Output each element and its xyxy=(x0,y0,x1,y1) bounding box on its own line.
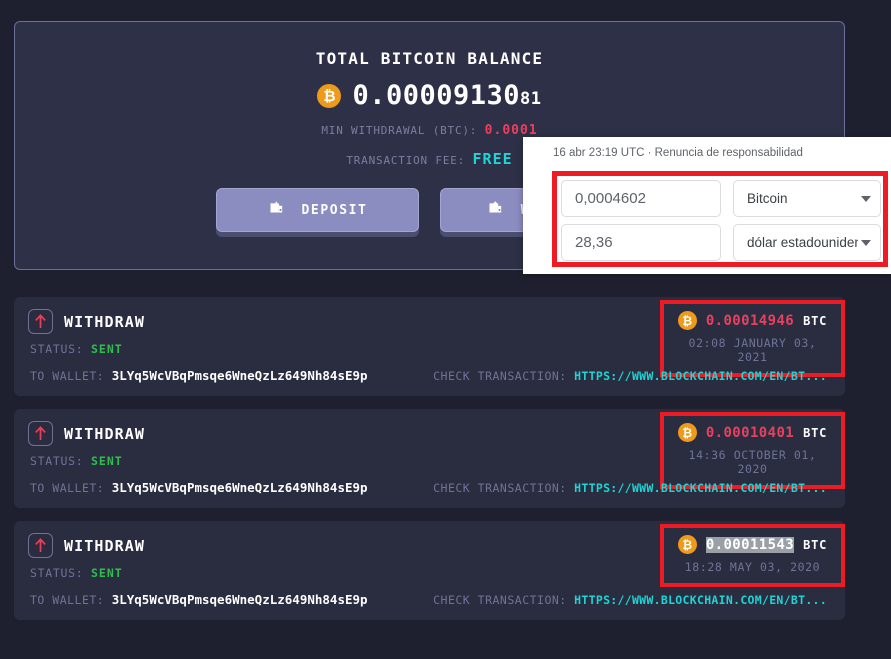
arrow-up-icon xyxy=(28,533,53,558)
wallet-address: 3LYq5WcVBqPmsqe6WneQzLz649Nh84sE9p xyxy=(111,368,368,383)
page-title: Total Bitcoin balance xyxy=(315,49,544,68)
amount-annotation-box: ₿ 0.00014946 BTC 02:08 January 03, 2021 xyxy=(660,300,845,377)
amount-unit: BTC xyxy=(803,537,828,552)
converter-from-currency-select[interactable]: Bitcoin xyxy=(733,180,881,217)
bitcoin-icon: ₿ xyxy=(677,311,697,330)
transaction-link[interactable]: HTTPS://WWW.BLOCKCHAIN.COM/EN/BT... xyxy=(574,481,827,495)
status-value: Sent xyxy=(91,454,123,468)
balance-amount-value: 0.0000913081 xyxy=(352,82,541,109)
wallet-info: To wallet: 3LYq5WcVBqPmsqe6WneQzLz649Nh8… xyxy=(30,368,368,383)
check-transaction-label: Check transaction: xyxy=(433,593,567,607)
wallet-label: To wallet: xyxy=(30,369,105,383)
amount-unit: BTC xyxy=(803,425,828,440)
bitcoin-icon: ₿ xyxy=(317,83,342,108)
amount-annotation-box: ₿ 0.00011543 BTC 18:28 May 03, 2020 xyxy=(660,524,845,587)
amount-value: 0.00010401 xyxy=(705,424,795,441)
balance-amount-fraction: 81 xyxy=(520,89,542,109)
transaction-fee-label: Transaction fee: xyxy=(346,154,466,167)
wallet-label: To wallet: xyxy=(30,481,105,495)
arrow-up-icon xyxy=(28,309,53,334)
wallet-label: To wallet: xyxy=(30,593,105,607)
wallet-info: To wallet: 3LYq5WcVBqPmsqe6WneQzLz649Nh8… xyxy=(30,592,368,607)
transaction-type: Withdraw xyxy=(64,312,146,331)
wallet-info: To wallet: 3LYq5WcVBqPmsqe6WneQzLz649Nh8… xyxy=(30,480,368,495)
transaction-amount: ₿ 0.00011543 BTC xyxy=(674,535,831,554)
transaction-amount: ₿ 0.00010401 BTC xyxy=(674,423,831,442)
table-row[interactable]: Withdraw Status: Sent ₿ 0.00010401 BTC 1… xyxy=(14,409,845,508)
chevron-down-icon xyxy=(861,195,871,202)
transaction-footer: To wallet: 3LYq5WcVBqPmsqe6WneQzLz649Nh8… xyxy=(30,592,827,607)
transaction-link[interactable]: HTTPS://WWW.BLOCKCHAIN.COM/EN/BT... xyxy=(574,369,827,383)
min-withdrawal-value: 0.0001 xyxy=(484,123,538,138)
status-value: Sent xyxy=(91,342,123,356)
deposit-button-label: Deposit xyxy=(301,202,368,218)
transaction-amount: ₿ 0.00014946 BTC xyxy=(674,311,831,330)
check-transaction: Check transaction: HTTPS://WWW.BLOCKCHAI… xyxy=(433,593,827,607)
transaction-list: Withdraw Status: Sent ₿ 0.00014946 BTC 0… xyxy=(14,297,845,633)
status-label: Status: xyxy=(30,454,84,468)
min-withdrawal-line: Min withdrawal (BTC): 0.0001 xyxy=(15,123,844,138)
amount-annotation-box: ₿ 0.00010401 BTC 14:36 October 01, 2020 xyxy=(660,412,845,489)
check-transaction-label: Check transaction: xyxy=(433,369,567,383)
converter-to-row: 28,36 dólar estadounidense xyxy=(561,224,881,261)
transaction-link[interactable]: HTTPS://WWW.BLOCKCHAIN.COM/EN/BT... xyxy=(574,593,827,607)
converter-to-input[interactable]: 28,36 xyxy=(561,224,721,261)
converter-from-currency-label: Bitcoin xyxy=(747,191,788,206)
deposit-button[interactable]: Deposit xyxy=(216,188,419,232)
amount-value[interactable]: 0.00011543 xyxy=(705,536,795,553)
check-transaction-label: Check transaction: xyxy=(433,481,567,495)
table-row[interactable]: Withdraw Status: Sent ₿ 0.00011543 BTC 1… xyxy=(14,521,845,620)
table-row[interactable]: Withdraw Status: Sent ₿ 0.00014946 BTC 0… xyxy=(14,297,845,396)
check-transaction: Check transaction: HTTPS://WWW.BLOCKCHAI… xyxy=(433,369,827,383)
converter-to-currency-select[interactable]: dólar estadounidense xyxy=(733,224,881,261)
transaction-date: 18:28 May 03, 2020 xyxy=(684,560,821,574)
amount-value: 0.00014946 xyxy=(705,312,795,329)
wallet-address: 3LYq5WcVBqPmsqe6WneQzLz649Nh84sE9p xyxy=(111,480,368,495)
total-balance: ₿ 0.0000913081 xyxy=(15,82,844,109)
currency-converter-popup: 16 abr 23:19 UTC · Renuncia de responsab… xyxy=(523,137,891,274)
converter-from-input[interactable]: 0,0004602 xyxy=(561,180,721,217)
min-withdrawal-label: Min withdrawal (BTC): xyxy=(321,124,478,137)
amount-unit: BTC xyxy=(803,313,828,328)
status-label: Status: xyxy=(30,566,84,580)
bitcoin-icon: ₿ xyxy=(677,535,697,554)
converter-to-currency-label: dólar estadounidense xyxy=(747,235,858,250)
transaction-fee-value: FREE xyxy=(472,150,513,168)
transaction-type: Withdraw xyxy=(64,424,146,443)
transaction-footer: To wallet: 3LYq5WcVBqPmsqe6WneQzLz649Nh8… xyxy=(30,480,827,495)
transaction-footer: To wallet: 3LYq5WcVBqPmsqe6WneQzLz649Nh8… xyxy=(30,368,827,383)
bitcoin-icon: ₿ xyxy=(677,423,697,442)
tray-download-icon xyxy=(270,201,282,213)
check-transaction: Check transaction: HTTPS://WWW.BLOCKCHAI… xyxy=(433,481,827,495)
balance-amount-main: 0.00009130 xyxy=(352,80,521,111)
tray-upload-icon xyxy=(489,201,501,213)
chevron-down-icon xyxy=(861,239,871,246)
arrow-up-icon xyxy=(28,421,53,446)
wallet-address: 3LYq5WcVBqPmsqe6WneQzLz649Nh84sE9p xyxy=(111,592,368,607)
status-label: Status: xyxy=(30,342,84,356)
transaction-date: 02:08 January 03, 2021 xyxy=(688,336,817,364)
transaction-date: 14:36 October 01, 2020 xyxy=(688,448,817,476)
converter-header: 16 abr 23:19 UTC · Renuncia de responsab… xyxy=(553,147,803,159)
converter-from-row: 0,0004602 Bitcoin xyxy=(561,180,881,217)
status-value: Sent xyxy=(91,566,123,580)
transaction-type: Withdraw xyxy=(64,536,146,555)
converter-fields: 0,0004602 Bitcoin 28,36 dólar estadounid… xyxy=(561,180,881,261)
